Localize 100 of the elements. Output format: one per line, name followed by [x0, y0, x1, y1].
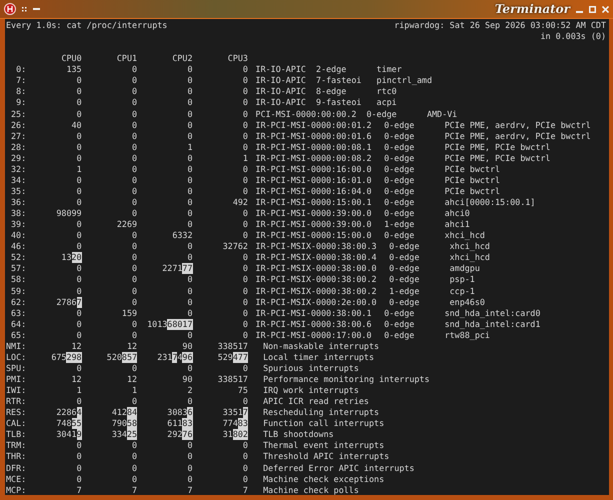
irq-name: MCP: [6, 484, 26, 495]
chip-name: IR-IO-APIC [256, 64, 307, 76]
chip-name: IR-PCI-MSI-0000:15:00.0 [256, 230, 373, 242]
irq-number: 8: [15, 86, 26, 98]
close-icon[interactable] [602, 6, 609, 12]
irq-description: Thermal event interrupts [263, 440, 384, 452]
chip-name: IR-PCI-MSIX-0000:38:00.3 [256, 241, 378, 252]
device-name: ahci1 [444, 219, 470, 230]
count-value: 0 [187, 86, 193, 98]
irq-number: 59: [10, 286, 26, 297]
count-digits: 7 [172, 352, 178, 363]
hwirq-type: 0-edge [389, 252, 420, 264]
irq-description: APIC ICR read retries [263, 396, 369, 408]
count-value: 90 [182, 374, 193, 386]
irq-description: Function call interrupts [263, 418, 384, 430]
irq-name: RES: [6, 407, 26, 418]
count-value: 0 [132, 186, 138, 197]
irq-number: 25: [10, 108, 26, 120]
count-digits: 55 [72, 418, 82, 430]
count-digits: 790 [112, 418, 127, 430]
count-value: 98099 [56, 208, 82, 220]
count-value: 0 [76, 230, 82, 242]
count-value: 0 [187, 440, 193, 452]
device-name: AMD-Vi [426, 108, 458, 120]
count-value: 0 [132, 108, 138, 120]
chip-name: PCI-MSI-0000:00:00.2 [256, 108, 358, 120]
irq-description: TLB shootdowns [263, 429, 334, 440]
count-value: 0 [76, 86, 82, 98]
count-value: 0 [187, 197, 193, 208]
count-value: 0 [132, 97, 138, 108]
hwirq-type: 9-fasteoi [316, 97, 362, 108]
device-name: xhci_hcd [450, 252, 490, 264]
count-value: 0 [76, 308, 82, 319]
maximize-icon[interactable] [589, 6, 596, 12]
chip-name: IR-PCI-MSI-0000:15:00.1 [256, 197, 373, 208]
count-digits: 802 [232, 429, 248, 440]
count-digits: 3351 [222, 407, 243, 418]
count-digits: 292 [167, 429, 182, 440]
device-name: PCIe PME, aerdrv, PCIe bwctrl [444, 130, 591, 142]
count-digits: 675 [51, 352, 66, 363]
irq-name: TLB: [6, 429, 26, 440]
count-value: 135 [66, 64, 82, 76]
count-value: 0 [76, 75, 82, 86]
count-value: 0 [187, 252, 193, 264]
count-value: 0 [132, 330, 138, 341]
chip-name: IR-PCI-MSI-0000:39:00.0 [256, 208, 373, 220]
count-value: 0 [187, 451, 193, 462]
count-digits: 2286 [56, 407, 77, 418]
count-digits: 31 [222, 429, 233, 440]
count-value: 0 [187, 241, 193, 252]
chip-name: IR-PCI-MSIX-0000:38:00.2 [256, 274, 378, 286]
irq-number: 29: [10, 152, 26, 164]
count-value: 40 [72, 120, 82, 131]
hwirq-type: 0-edge [366, 108, 398, 120]
count-value: 0 [187, 462, 193, 474]
hwirq-type: 0-edge [389, 241, 420, 252]
device-name: pinctrl_amd [376, 75, 432, 86]
count-value: 0 [187, 296, 193, 308]
grip-icon[interactable] [22, 6, 27, 12]
count-digits: 4 [177, 352, 182, 363]
count-value: 0 [132, 396, 138, 408]
count-value: 0 [132, 174, 138, 186]
device-name: PCIe bwctrl [444, 174, 500, 186]
count-value: 492 [232, 197, 248, 208]
count-value: 0 [187, 174, 193, 186]
hwirq-type: 0-edge [384, 330, 416, 341]
count-value: 0 [76, 396, 82, 408]
count-value: 2 [187, 385, 193, 396]
count-value: 0 [187, 97, 193, 108]
count-value: 0 [76, 362, 82, 374]
irq-description: IRQ work interrupts [263, 385, 359, 396]
irq-name: RTR: [6, 396, 26, 408]
count-value: 0 [76, 318, 82, 330]
irq-name: DFR: [6, 462, 26, 474]
count-value: 0 [76, 97, 82, 108]
irq-number: 28: [10, 142, 26, 153]
count-value: 0 [242, 142, 248, 153]
device-name: psp-1 [450, 274, 475, 286]
chip-name: IR-PCI-MSIX-0000:38:00.0 [256, 263, 378, 274]
count-value: 0 [242, 75, 248, 86]
hwirq-type: 1-edge [384, 219, 416, 230]
count-digits: 77 [182, 263, 193, 274]
hwirq-type: 0-edge [389, 296, 420, 308]
count-digits: 13 [61, 252, 72, 264]
count-value: 0 [132, 296, 138, 308]
irq-number: 58: [10, 274, 26, 286]
hwirq-type: 0-edge [384, 164, 416, 175]
irq-number: 46: [10, 241, 26, 252]
irq-description: Rescheduling interrupts [263, 407, 380, 418]
count-digits: 520 [106, 352, 122, 363]
irq-name: IWI: [6, 385, 26, 396]
count-value: 0 [187, 362, 193, 374]
count-value: 0 [242, 97, 248, 108]
column-header: CPU3 [228, 53, 248, 64]
irq-description: Local timer interrupts [263, 352, 374, 363]
count-digits: 68017 [167, 318, 193, 330]
command-line: Every 1.0s: cat /proc/interrupts [6, 20, 168, 32]
count-value: 0 [187, 186, 193, 197]
count-value: 0 [242, 219, 248, 230]
count-value: 0 [76, 286, 82, 297]
